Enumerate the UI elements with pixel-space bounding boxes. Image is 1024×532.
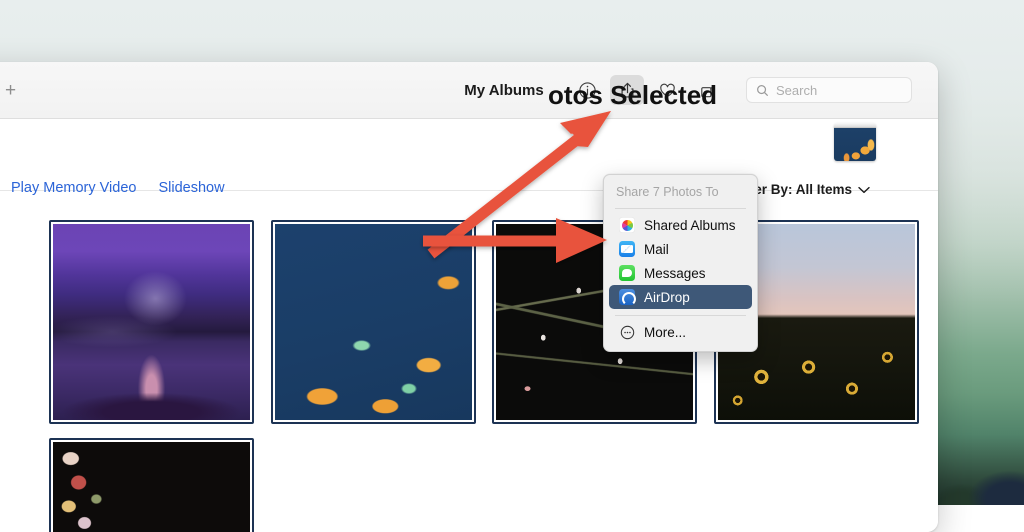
toolbar-left-group: — +	[0, 81, 40, 100]
photo-thumbnail	[275, 224, 472, 420]
search-icon	[756, 84, 769, 97]
add-button[interactable]: +	[5, 81, 16, 100]
photo-thumbnail	[53, 442, 250, 532]
album-cover-art	[834, 128, 876, 161]
menu-divider	[615, 208, 746, 209]
messages-menu-item[interactable]: Messages	[609, 261, 752, 285]
menu-item-label: Shared Albums	[644, 218, 736, 233]
play-memory-video-link[interactable]: Play Memory Video	[11, 180, 136, 196]
photo-bird-of-paradise[interactable]	[271, 220, 476, 424]
window-toolbar: — + My Albums	[0, 62, 938, 119]
share-popover-menu: Share 7 Photos To Shared Albums Mail Mes…	[603, 174, 758, 352]
shared-albums-menu-item[interactable]: Shared Albums	[609, 213, 752, 237]
photo-lavender-mountain[interactable]	[49, 220, 254, 424]
airdrop-menu-item[interactable]: AirDrop	[609, 285, 752, 309]
search-input[interactable]: Search	[746, 77, 912, 103]
more-menu-item[interactable]: More...	[609, 320, 752, 344]
slideshow-link[interactable]: Slideshow	[158, 180, 224, 196]
menu-item-label: Mail	[644, 242, 669, 257]
selected-count-title: otos Selected	[548, 80, 717, 111]
photo-thumbnail	[53, 224, 250, 420]
album-stack-thumbnail	[834, 123, 876, 161]
menu-divider	[615, 315, 746, 316]
share-menu-header: Share 7 Photos To	[604, 181, 757, 207]
search-placeholder: Search	[776, 83, 817, 98]
memory-action-links: Play Memory Video Slideshow	[11, 180, 225, 196]
mail-icon	[619, 241, 635, 257]
chevron-down-icon	[858, 182, 870, 197]
photos-icon	[619, 217, 635, 233]
airdrop-icon	[619, 289, 635, 305]
photo-dark-flowers[interactable]	[49, 438, 254, 532]
menu-item-label: More...	[644, 325, 686, 340]
messages-icon	[619, 265, 635, 281]
photo-grid	[0, 206, 938, 532]
menu-item-label: Messages	[644, 266, 706, 281]
photos-window: — + My Albums	[0, 62, 938, 532]
mail-menu-item[interactable]: Mail	[609, 237, 752, 261]
menu-item-label: AirDrop	[644, 290, 690, 305]
more-icon	[619, 324, 635, 340]
